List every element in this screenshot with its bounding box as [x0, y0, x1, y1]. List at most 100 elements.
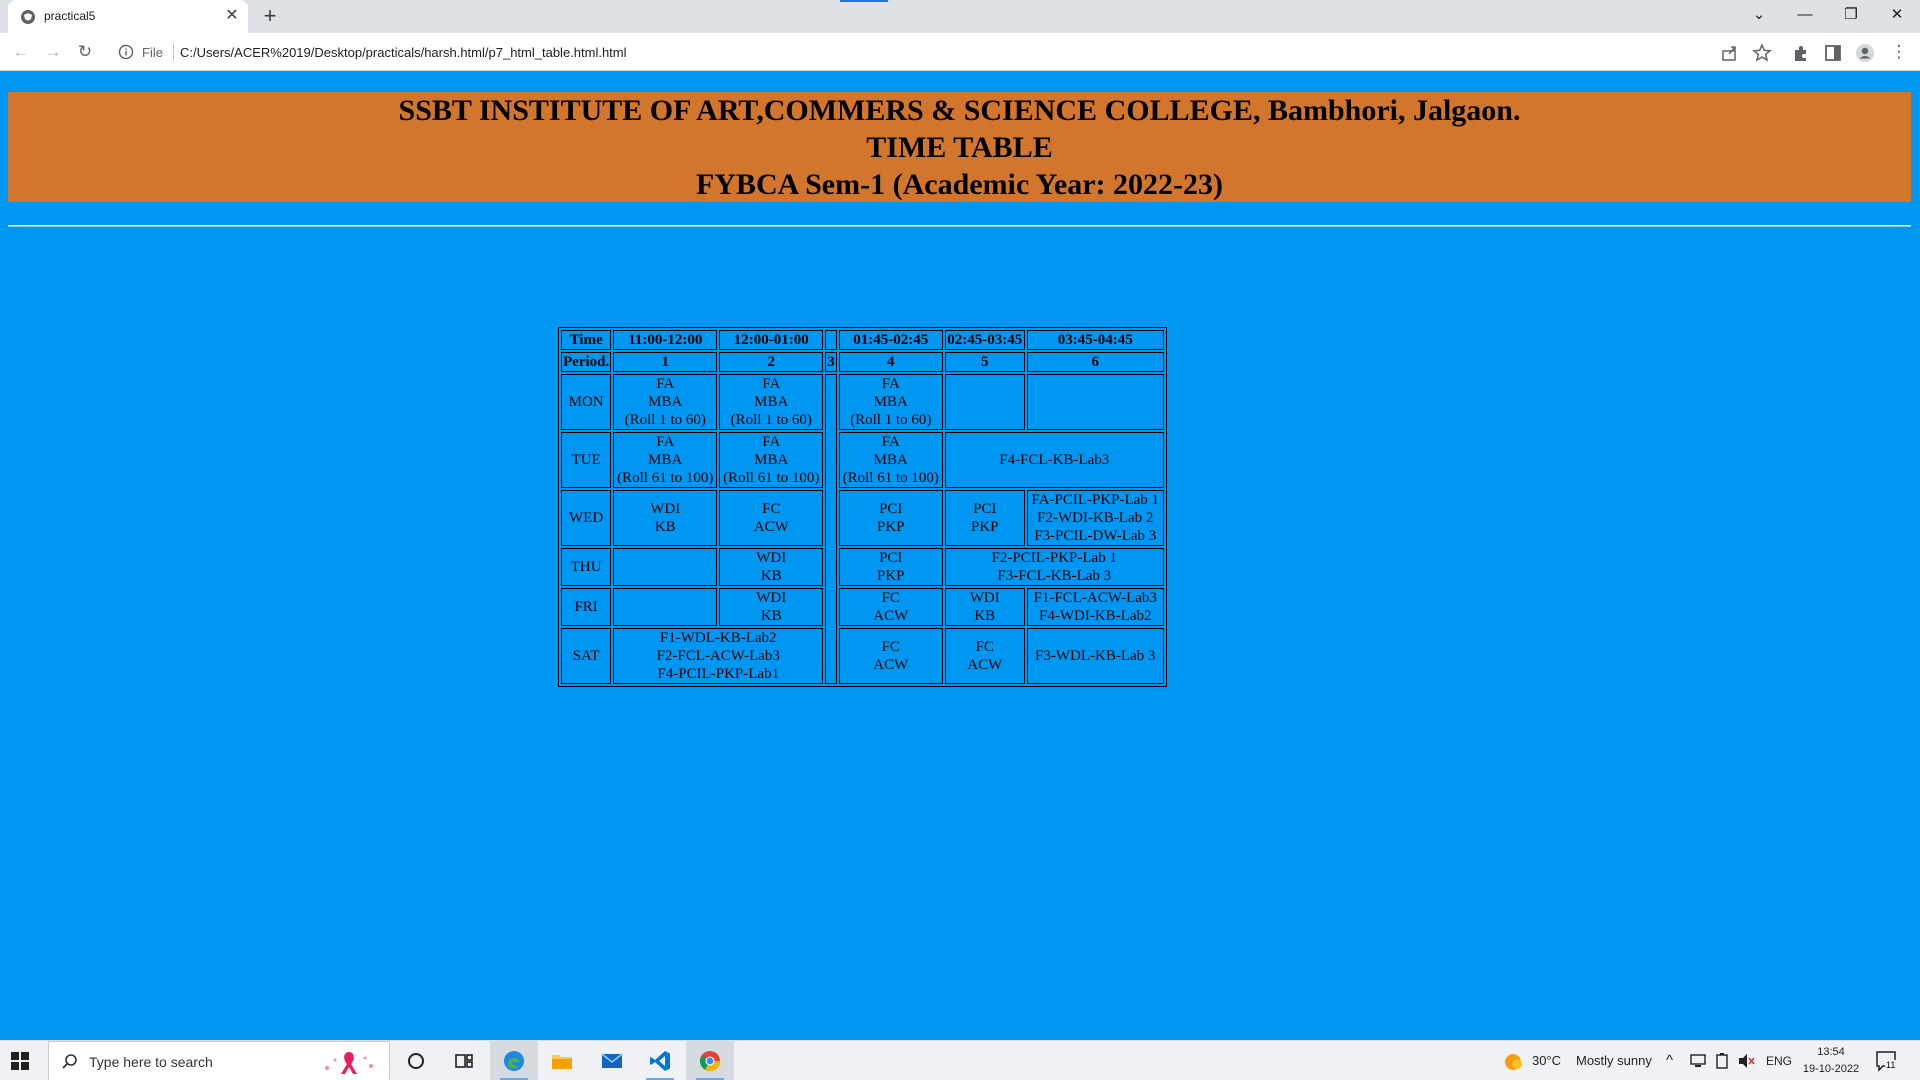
- file-explorer-icon[interactable]: [538, 1041, 586, 1080]
- address-scheme-label: File: [142, 45, 163, 60]
- taskbar-search-box[interactable]: Type here to search: [48, 1041, 390, 1080]
- period-6: 6: [1026, 352, 1164, 372]
- day-cell: THU: [561, 548, 612, 586]
- windows-taskbar: Type here to search 30°C Mostly sunny ^ …: [0, 1040, 1920, 1080]
- search-placeholder: Type here to search: [89, 1054, 213, 1070]
- clock[interactable]: 13:54 19-10-2022: [1800, 1044, 1862, 1078]
- period-2: 2: [719, 352, 824, 372]
- vscode-icon[interactable]: [636, 1041, 684, 1080]
- class-cell: FC ACW: [944, 628, 1025, 684]
- language-indicator[interactable]: ENG: [1766, 1041, 1792, 1080]
- day-cell: MON: [561, 374, 612, 430]
- network-icon[interactable]: [1690, 1054, 1706, 1068]
- class-cell: PCI PKP: [838, 490, 943, 546]
- class-cell: FA MBA (Roll 61 to 100): [838, 432, 943, 488]
- volume-muted-icon[interactable]: [1738, 1053, 1756, 1069]
- period-5: 5: [944, 352, 1025, 372]
- browser-toolbar: ← → ↻ File C:/Users/ACER%2019/Desktop/pr…: [0, 33, 1920, 71]
- task-view-icon[interactable]: [440, 1041, 488, 1080]
- new-tab-button[interactable]: +: [258, 5, 282, 29]
- close-window-button[interactable]: ✕: [1874, 0, 1920, 30]
- lab-cell: F4-FCL-KB-Lab3: [944, 432, 1164, 488]
- battery-icon[interactable]: [1716, 1053, 1728, 1069]
- globe-icon: [21, 10, 35, 24]
- period-4: 4: [838, 352, 943, 372]
- class-cell: PCI PKP: [838, 548, 943, 586]
- lab-cell: F2-PCIL-PKP-Lab 1 F3-FCL-KB-Lab 3: [944, 548, 1164, 586]
- day-cell: FRI: [561, 588, 612, 626]
- timetable-heading: TIME TABLE: [866, 131, 1053, 164]
- table-row-wed: WED WDI KB FC ACW PCI PKP PCI PKP FA-PCIL-PK…: [561, 490, 1164, 546]
- class-cell: PCI PKP: [944, 490, 1025, 546]
- day-cell: TUE: [561, 432, 612, 488]
- extensions-puzzle-icon[interactable]: [1791, 43, 1811, 63]
- info-icon[interactable]: [118, 44, 134, 60]
- class-cell: FA MBA (Roll 1 to 60): [613, 374, 718, 430]
- menu-kebab-icon[interactable]: ⋮: [1886, 39, 1912, 65]
- clock-date: 19-10-2022: [1802, 1063, 1860, 1075]
- break-cell: [825, 374, 837, 684]
- weather-sun-icon[interactable]: [1502, 1051, 1524, 1073]
- url-text[interactable]: C:/Users/ACER%2019/Desktop/practicals/ha…: [180, 45, 627, 60]
- share-icon[interactable]: [1720, 43, 1740, 63]
- notification-count: 11: [1885, 1060, 1897, 1070]
- side-panel-icon[interactable]: [1823, 43, 1843, 63]
- weather-text[interactable]: Mostly sunny: [1576, 1041, 1652, 1080]
- chevron-up-icon[interactable]: ^: [1666, 1041, 1673, 1080]
- chrome-icon[interactable]: [686, 1041, 734, 1080]
- timetable: Time 11:00-12:00 12:00-01:00 01:45-02:45…: [558, 327, 1167, 687]
- college-header: SSBT INSTITUTE OF ART,COMMERS & SCIENCE …: [8, 92, 1911, 202]
- address-separator: [173, 43, 174, 61]
- time-row: Time 11:00-12:00 12:00-01:00 01:45-02:45…: [561, 330, 1164, 350]
- empty-cell: [944, 374, 1025, 430]
- edge-icon[interactable]: [490, 1041, 538, 1080]
- college-name-heading: SSBT INSTITUTE OF ART,COMMERS & SCIENCE …: [398, 94, 1521, 127]
- day-cell: SAT: [561, 628, 612, 684]
- reload-icon[interactable]: ↻: [72, 39, 98, 65]
- class-cell: FC ACW: [719, 490, 824, 546]
- tab-practical5[interactable]: practical5 ✕: [8, 0, 248, 33]
- mail-icon[interactable]: [588, 1041, 636, 1080]
- day-cell: WED: [561, 490, 612, 546]
- class-cell: FA MBA (Roll 61 to 100): [613, 432, 718, 488]
- minimize-button[interactable]: —: [1782, 0, 1828, 30]
- notification-center-icon[interactable]: 11: [1874, 1049, 1898, 1073]
- forward-arrow-icon[interactable]: →: [40, 39, 66, 65]
- time-label: Time: [561, 330, 612, 350]
- empty-cell: [613, 548, 718, 586]
- restore-button[interactable]: ❐: [1828, 0, 1874, 30]
- class-cell: FA MBA (Roll 1 to 60): [719, 374, 824, 430]
- time-slot-4: 01:45-02:45: [838, 330, 943, 350]
- period-1: 1: [613, 352, 718, 372]
- horizontal-rule: [8, 225, 1911, 227]
- class-cell: FA MBA (Roll 1 to 60): [838, 374, 943, 430]
- tab-search-chevron-icon[interactable]: ⌄: [1736, 0, 1782, 30]
- course-heading: FYBCA Sem-1 (Academic Year: 2022-23): [695, 168, 1224, 201]
- table-row-mon: MON FA MBA (Roll 1 to 60) FA MBA (Roll 1 to …: [561, 374, 1164, 684]
- period-row: Period. 1 2 3 4 5 6: [561, 352, 1164, 372]
- lab-cell: F3-WDL-KB-Lab 3: [1026, 628, 1164, 684]
- time-slot-3: [825, 330, 837, 350]
- back-arrow-icon[interactable]: ←: [8, 39, 34, 65]
- tab-title: practical5: [44, 9, 96, 23]
- class-cell: WDI KB: [719, 588, 824, 626]
- time-slot-1: 11:00-12:00: [613, 330, 718, 350]
- table-row-sat: SAT F1-WDL-KB-Lab2 F2-FCL-ACW-Lab3 F4-PCIL…: [561, 628, 1164, 684]
- table-row-thu: THU WDI KB PCI PKP F2-PCIL-PKP-Lab 1 F3-FCL…: [561, 548, 1164, 586]
- tab-indicator: [840, 0, 888, 2]
- empty-cell: [613, 588, 718, 626]
- class-cell: WDI KB: [719, 548, 824, 586]
- close-tab-icon[interactable]: ✕: [223, 7, 241, 25]
- cortana-icon[interactable]: [392, 1041, 440, 1080]
- weather-temp[interactable]: 30°C: [1532, 1041, 1561, 1080]
- profile-avatar-icon[interactable]: [1855, 43, 1875, 63]
- period-3: 3: [825, 352, 837, 372]
- windows-start-icon[interactable]: [10, 1051, 30, 1071]
- address-bar[interactable]: File C:/Users/ACER%2019/Desktop/practica…: [110, 37, 1770, 67]
- clock-time: 13:54: [1817, 1046, 1845, 1058]
- class-cell: FC ACW: [838, 588, 943, 626]
- period-label: Period.: [561, 352, 612, 372]
- bookmark-star-icon[interactable]: [1752, 43, 1772, 63]
- ribbon-icon: [325, 1052, 373, 1074]
- class-cell: WDI KB: [944, 588, 1025, 626]
